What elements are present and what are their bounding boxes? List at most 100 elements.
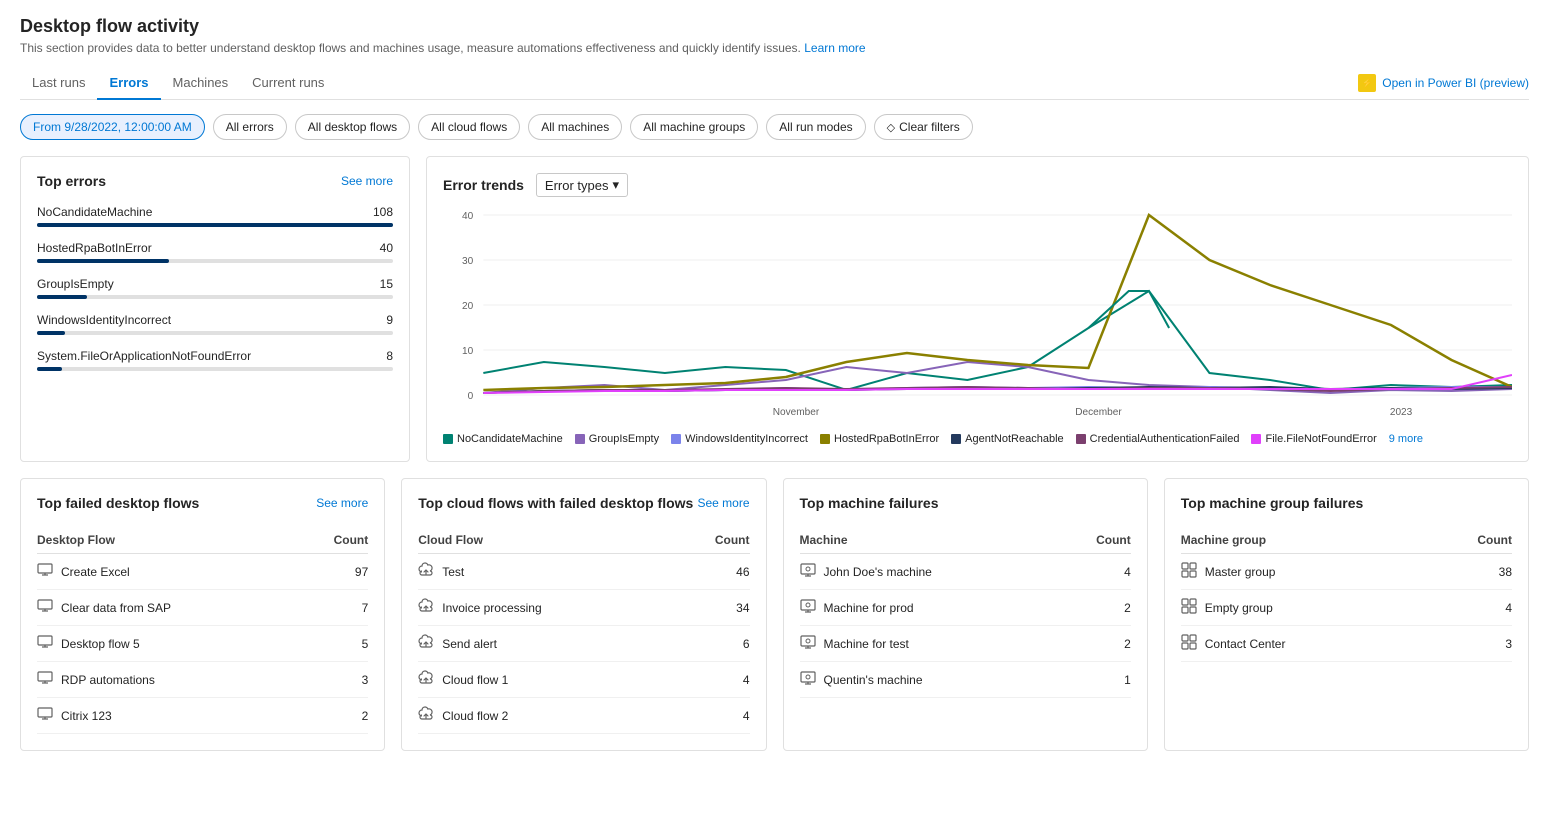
top-cloud-flows-title: Top cloud flows with failed desktop flow…	[418, 495, 693, 511]
table-row: Citrix 123 2	[37, 698, 368, 734]
error-name: NoCandidateMachine	[37, 205, 152, 219]
learn-more-link[interactable]: Learn more	[804, 41, 865, 55]
svg-text:20: 20	[462, 301, 474, 312]
cloud-flow-icon	[418, 598, 434, 617]
group-name: Contact Center	[1205, 637, 1286, 651]
legend-label: File.FileNotFoundError	[1265, 433, 1376, 445]
table-row: Invoice processing 34	[418, 590, 749, 626]
bottom-grid: Top failed desktop flows See more Deskto…	[20, 478, 1529, 751]
filter-date[interactable]: From 9/28/2022, 12:00:00 AM	[20, 114, 205, 140]
flow-count: 7	[300, 590, 368, 626]
legend-more[interactable]: 9 more	[1389, 433, 1423, 445]
group-count: 4	[1430, 590, 1512, 626]
filter-cloud-flows[interactable]: All cloud flows	[418, 114, 520, 140]
flow-name: Create Excel	[61, 565, 130, 579]
desktop-flow-icon	[37, 670, 53, 689]
legend-item-file-not-found[interactable]: File.FileNotFoundError	[1251, 433, 1376, 445]
flow-name: Clear data from SAP	[61, 601, 171, 615]
machine-failures-table: Machine Count John Doe's machine 4 Machi…	[800, 527, 1131, 698]
error-types-dropdown[interactable]: Error types ▾	[536, 173, 628, 197]
desktop-flow-icon	[37, 562, 53, 581]
filter-clear[interactable]: ◇ Clear filters	[874, 114, 973, 140]
machine-count: 4	[1062, 554, 1131, 590]
filter-errors[interactable]: All errors	[213, 114, 287, 140]
error-items: NoCandidateMachine 108 HostedRpaBotInErr…	[37, 205, 393, 371]
machine-name: John Doe's machine	[824, 565, 932, 579]
cloud-flow-count: 4	[677, 698, 750, 734]
svg-text:40: 40	[462, 211, 474, 222]
legend-color	[575, 434, 585, 444]
table-row: Machine for prod 2	[800, 590, 1131, 626]
table-row: Contact Center 3	[1181, 626, 1512, 662]
filter-run-modes[interactable]: All run modes	[766, 114, 865, 140]
group-icon	[1181, 562, 1197, 581]
tab-current-runs[interactable]: Current runs	[240, 67, 336, 100]
top-failed-flows-title: Top failed desktop flows	[37, 495, 199, 511]
filter-machines[interactable]: All machines	[528, 114, 622, 140]
legend-item-no-candidate[interactable]: NoCandidateMachine	[443, 433, 563, 445]
open-powerbi-button[interactable]: ⚡ Open in Power BI (preview)	[1358, 74, 1529, 92]
error-bar-background	[37, 331, 393, 335]
tab-errors[interactable]: Errors	[97, 67, 160, 100]
error-bar-background	[37, 295, 393, 299]
table-row: Clear data from SAP 7	[37, 590, 368, 626]
table-row: Send alert 6	[418, 626, 749, 662]
error-name: System.FileOrApplicationNotFoundError	[37, 349, 251, 363]
legend-item-more[interactable]: 9 more	[1389, 433, 1423, 445]
machine-icon	[800, 598, 816, 617]
flow-name: Citrix 123	[61, 709, 112, 723]
top-errors-see-more[interactable]: See more	[341, 174, 393, 188]
top-failed-flows-see-more[interactable]: See more	[316, 496, 368, 510]
filters-row: From 9/28/2022, 12:00:00 AM All errors A…	[20, 114, 1529, 140]
legend-item-windows-identity[interactable]: WindowsIdentityIncorrect	[671, 433, 808, 445]
svg-text:December: December	[1075, 407, 1122, 418]
machine-icon	[800, 634, 816, 653]
page-subtitle: This section provides data to better und…	[20, 41, 1529, 55]
top-cloud-flows-header: Top cloud flows with failed desktop flow…	[418, 495, 749, 511]
error-count: 15	[380, 277, 393, 291]
desktop-flow-icon	[37, 634, 53, 653]
table-row: Cloud flow 2 4	[418, 698, 749, 734]
tab-last-runs[interactable]: Last runs	[20, 67, 97, 100]
legend-item-group-empty[interactable]: GroupIsEmpty	[575, 433, 659, 445]
tab-machines[interactable]: Machines	[161, 67, 241, 100]
cloud-flow-name: Cloud flow 1	[442, 673, 508, 687]
flow-count: 97	[300, 554, 368, 590]
cloud-flow-name: Test	[442, 565, 464, 579]
cloud-flows-table: Cloud Flow Count Test 46 Invoice process…	[418, 527, 749, 734]
filter-desktop-flows[interactable]: All desktop flows	[295, 114, 410, 140]
error-count: 108	[373, 205, 393, 219]
table-row: Test 46	[418, 554, 749, 590]
table-row: Empty group 4	[1181, 590, 1512, 626]
svg-text:0: 0	[468, 391, 474, 402]
legend-item-hosted-rpa[interactable]: HostedRpaBotInError	[820, 433, 939, 445]
table-row: Machine for test 2	[800, 626, 1131, 662]
table-row: Master group 38	[1181, 554, 1512, 590]
cloud-flow-icon	[418, 706, 434, 725]
flow-count: 5	[300, 626, 368, 662]
cloud-flow-count: 4	[677, 662, 750, 698]
group-count: 38	[1430, 554, 1512, 590]
top-cloud-flows-see-more[interactable]: See more	[697, 496, 749, 510]
top-machine-failures-card: Top machine failures Machine Count John …	[783, 478, 1148, 751]
error-count: 40	[380, 241, 393, 255]
main-grid: Top errors See more NoCandidateMachine 1…	[20, 156, 1529, 462]
top-cloud-flows-card: Top cloud flows with failed desktop flow…	[401, 478, 766, 751]
group-icon	[1181, 598, 1197, 617]
legend-item-credential-auth[interactable]: CredentialAuthenticationFailed	[1076, 433, 1240, 445]
error-count: 9	[386, 313, 393, 327]
group-count: 3	[1430, 626, 1512, 662]
filter-machine-groups[interactable]: All machine groups	[630, 114, 758, 140]
legend-item-agent-not[interactable]: AgentNotReachable	[951, 433, 1063, 445]
table-row: RDP automations 3	[37, 662, 368, 698]
error-bar-background	[37, 367, 393, 371]
legend-color	[671, 434, 681, 444]
chevron-down-icon: ▾	[613, 177, 620, 193]
top-errors-header: Top errors See more	[37, 173, 393, 189]
cloud-flow-count: 46	[677, 554, 750, 590]
machine-icon	[800, 562, 816, 581]
svg-text:30: 30	[462, 256, 474, 267]
flow-name: RDP automations	[61, 673, 155, 687]
top-errors-title: Top errors	[37, 173, 106, 189]
error-item: GroupIsEmpty 15	[37, 277, 393, 299]
